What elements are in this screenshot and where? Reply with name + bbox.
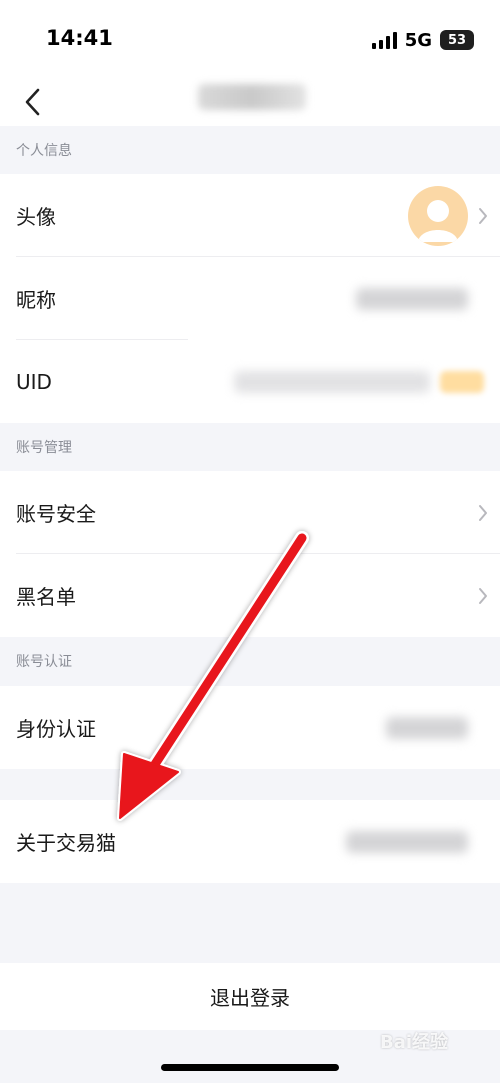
row-label: 黑名单: [16, 585, 76, 609]
network-type: 5G: [404, 29, 432, 51]
logout-button[interactable]: 退出登录: [0, 963, 500, 1030]
verification-status-blurred: [386, 716, 468, 739]
row-avatar[interactable]: 头像: [0, 174, 500, 257]
row-label: 昵称: [16, 288, 56, 312]
row-account-security[interactable]: 账号安全: [0, 471, 500, 554]
row-label: 身份认证: [16, 717, 96, 741]
home-indicator: [161, 1064, 339, 1071]
version-value-blurred: [346, 830, 468, 853]
status-time: 14:41: [46, 26, 113, 50]
watermark: Bai经验: [380, 1032, 449, 1053]
battery-icon: 53: [440, 30, 474, 50]
section-header-account-management: 账号管理: [0, 423, 500, 471]
nav-bar: [0, 78, 500, 126]
page-title-blurred: [198, 84, 306, 110]
row-nickname[interactable]: 昵称: [0, 257, 500, 340]
status-indicators: 5G 53: [371, 28, 474, 52]
section-header-account-verification: 账号认证: [0, 637, 500, 685]
avatar-person-icon: [418, 200, 458, 242]
row-about[interactable]: 关于交易猫: [0, 800, 500, 883]
chevron-right-icon: [479, 587, 487, 604]
row-identity-verification[interactable]: 身份认证: [0, 686, 500, 769]
nickname-value-blurred: [356, 287, 468, 310]
row-uid[interactable]: UID: [0, 340, 500, 423]
chevron-right-icon: [479, 207, 487, 224]
row-blacklist[interactable]: 黑名单: [0, 554, 500, 637]
row-label: 头像: [16, 205, 56, 229]
row-label: 账号安全: [16, 502, 96, 526]
status-bar: 14:41 5G 53: [0, 0, 500, 78]
copy-badge-blurred[interactable]: [440, 370, 484, 393]
uid-value-blurred: [234, 370, 430, 393]
back-chevron-icon[interactable]: [20, 82, 46, 122]
chevron-right-icon: [479, 504, 487, 521]
signal-icon: [371, 31, 397, 49]
avatar[interactable]: [408, 186, 468, 246]
row-label: UID: [16, 369, 52, 394]
row-label: 关于交易猫: [16, 831, 116, 855]
section-header-personal-info: 个人信息: [0, 126, 500, 174]
